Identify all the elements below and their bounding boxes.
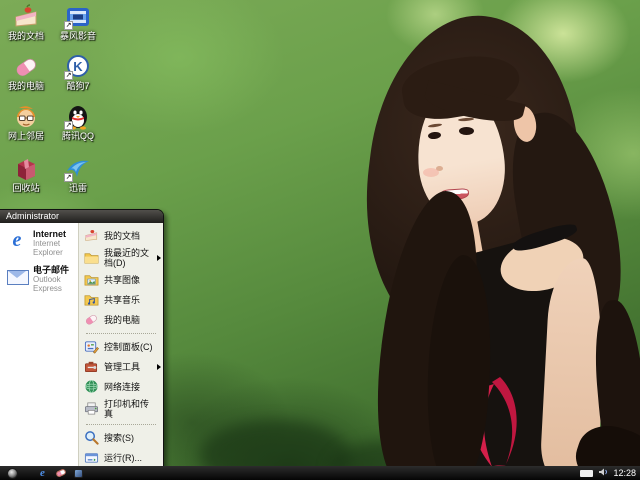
menu-item-network-connections[interactable]: 网络连接	[79, 377, 163, 397]
face-glasses-icon	[12, 103, 40, 130]
control-panel-icon	[84, 339, 100, 355]
start-menu-left-column: e Internet Internet Explorer 电子邮件 Outloo…	[0, 223, 78, 470]
menu-item-shared-pictures[interactable]: 共享图像	[79, 270, 163, 290]
desktop-icon-label: 回收站	[12, 183, 39, 193]
folder-picture-icon	[84, 272, 100, 288]
start-menu-user: Administrator	[0, 210, 163, 223]
taskbar: e 12:28	[0, 466, 640, 480]
desktop-icon-label: 迅雷	[69, 183, 87, 193]
language-indicator-icon[interactable]	[580, 470, 593, 477]
blue-bird-icon: ↗	[64, 155, 92, 182]
shortcut-arrow-icon: ↗	[64, 71, 73, 80]
desktop-icon-label: 腾讯QQ	[62, 131, 94, 141]
menu-item-run[interactable]: 运行(R)...	[79, 448, 163, 468]
search-icon	[84, 430, 100, 446]
ie-icon: e	[5, 229, 29, 253]
submenu-arrow-icon	[157, 255, 161, 261]
printer-icon	[84, 401, 100, 417]
pill-icon	[84, 312, 100, 328]
desktop-icon-network-places[interactable]: 网上邻居	[2, 103, 50, 141]
shortcut-arrow-icon: ↗	[64, 21, 73, 30]
menu-separator	[86, 424, 156, 425]
menu-item-subtitle: Internet Explorer	[33, 239, 76, 257]
menu-item-my-computer[interactable]: 我的电脑	[79, 310, 163, 330]
menu-item-subtitle: Outlook Express	[33, 275, 76, 293]
menu-item-internet-explorer[interactable]: e Internet Internet Explorer	[0, 225, 78, 261]
folder-icon	[84, 250, 100, 266]
k-circle-icon: K ↗	[64, 53, 92, 80]
menu-separator	[86, 333, 156, 334]
desktop-icon-label: 网上邻居	[8, 131, 44, 141]
mail-icon	[5, 265, 29, 289]
quick-launch: e	[37, 468, 84, 479]
admin-tools-icon	[84, 359, 100, 375]
desktop-icon-label: 我的文档	[8, 31, 44, 41]
menu-item-printers-faxes[interactable]: 打印机和传真	[79, 397, 163, 421]
desktop-icon-label: 酷狗7	[66, 81, 89, 91]
volume-icon[interactable]	[598, 464, 608, 480]
desktop-icon-my-documents[interactable]: 我的文档	[2, 3, 50, 41]
globe-icon	[84, 379, 100, 395]
desktop-icon-recycle-bin[interactable]: 回收站	[2, 155, 50, 193]
menu-item-shared-music[interactable]: 共享音乐	[79, 290, 163, 310]
desktop-icon-qq[interactable]: ↗ 腾讯QQ	[54, 103, 102, 141]
cake-icon	[12, 3, 40, 30]
red-cube-icon	[12, 155, 40, 182]
folder-music-icon	[84, 292, 100, 308]
cake-icon	[84, 228, 100, 244]
quick-launch-ie-icon[interactable]: e	[37, 468, 48, 479]
menu-item-recent-documents[interactable]: 我最近的文档(D)	[79, 246, 163, 270]
run-icon	[84, 450, 100, 466]
start-menu-right-column: 我的文档 我最近的文档(D) 共享图像 共享音乐 我的电脑	[78, 223, 163, 470]
desktop-icon-my-computer[interactable]: 我的电脑	[2, 53, 50, 91]
menu-item-title: 电子邮件	[33, 265, 76, 275]
menu-item-admin-tools[interactable]: 管理工具	[79, 357, 163, 377]
penguin-icon: ↗	[64, 103, 92, 130]
menu-item-email[interactable]: 电子邮件 Outlook Express	[0, 261, 78, 297]
desktop-icon-label: 我的电脑	[8, 81, 44, 91]
desktop-screen: 我的文档 ↗ 暴风影音 我的电脑 K ↗ 酷狗7	[0, 0, 640, 480]
start-menu-body: e Internet Internet Explorer 电子邮件 Outloo…	[0, 223, 163, 470]
desktop-icon-kugou[interactable]: K ↗ 酷狗7	[54, 53, 102, 91]
svg-text:K: K	[73, 59, 83, 74]
quick-launch-outlook-icon[interactable]	[73, 468, 84, 479]
system-tray: 12:28	[580, 464, 640, 480]
start-button[interactable]	[7, 468, 18, 479]
shortcut-arrow-icon: ↗	[64, 173, 73, 182]
quick-launch-pill-icon[interactable]	[55, 468, 66, 479]
submenu-arrow-icon	[157, 364, 161, 370]
pill-icon	[12, 53, 40, 80]
taskbar-clock[interactable]: 12:28	[613, 468, 636, 478]
desktop-icon-xunlei[interactable]: ↗ 迅雷	[54, 155, 102, 193]
film-player-icon: ↗	[64, 3, 92, 30]
shortcut-arrow-icon: ↗	[64, 121, 73, 130]
menu-item-search[interactable]: 搜索(S)	[79, 428, 163, 448]
menu-item-my-documents[interactable]: 我的文档	[79, 226, 163, 246]
start-menu: Administrator e Internet Internet Explor…	[0, 209, 164, 480]
desktop-icon-label: 暴风影音	[60, 31, 96, 41]
desktop-icon-baofeng[interactable]: ↗ 暴风影音	[54, 3, 102, 41]
menu-item-control-panel[interactable]: 控制面板(C)	[79, 337, 163, 357]
menu-item-title: Internet	[33, 229, 76, 239]
